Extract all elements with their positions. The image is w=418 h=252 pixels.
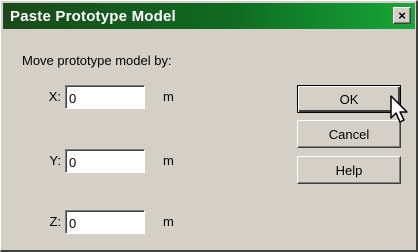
z-unit: m (163, 214, 174, 229)
mouse-pointer-icon (390, 95, 408, 123)
x-offset-input[interactable] (65, 85, 145, 109)
ok-button[interactable]: OK (297, 85, 401, 113)
move-prompt-label: Move prototype model by: (22, 53, 172, 68)
cancel-button[interactable]: Cancel (297, 120, 401, 148)
x-unit: m (163, 89, 174, 104)
z-label: Z: (49, 214, 61, 229)
help-button[interactable]: Help (297, 156, 401, 184)
y-offset-input[interactable] (65, 149, 145, 173)
close-button[interactable]: × (393, 7, 411, 24)
title-bar[interactable]: Paste Prototype Model × (3, 3, 415, 29)
x-label: X: (48, 89, 61, 104)
close-icon: × (398, 8, 406, 23)
paste-prototype-dialog: Paste Prototype Model × Move prototype m… (0, 0, 418, 252)
y-label: Y: (49, 153, 61, 168)
y-unit: m (163, 153, 174, 168)
window-title: Paste Prototype Model (10, 7, 176, 25)
z-offset-input[interactable] (65, 210, 145, 234)
